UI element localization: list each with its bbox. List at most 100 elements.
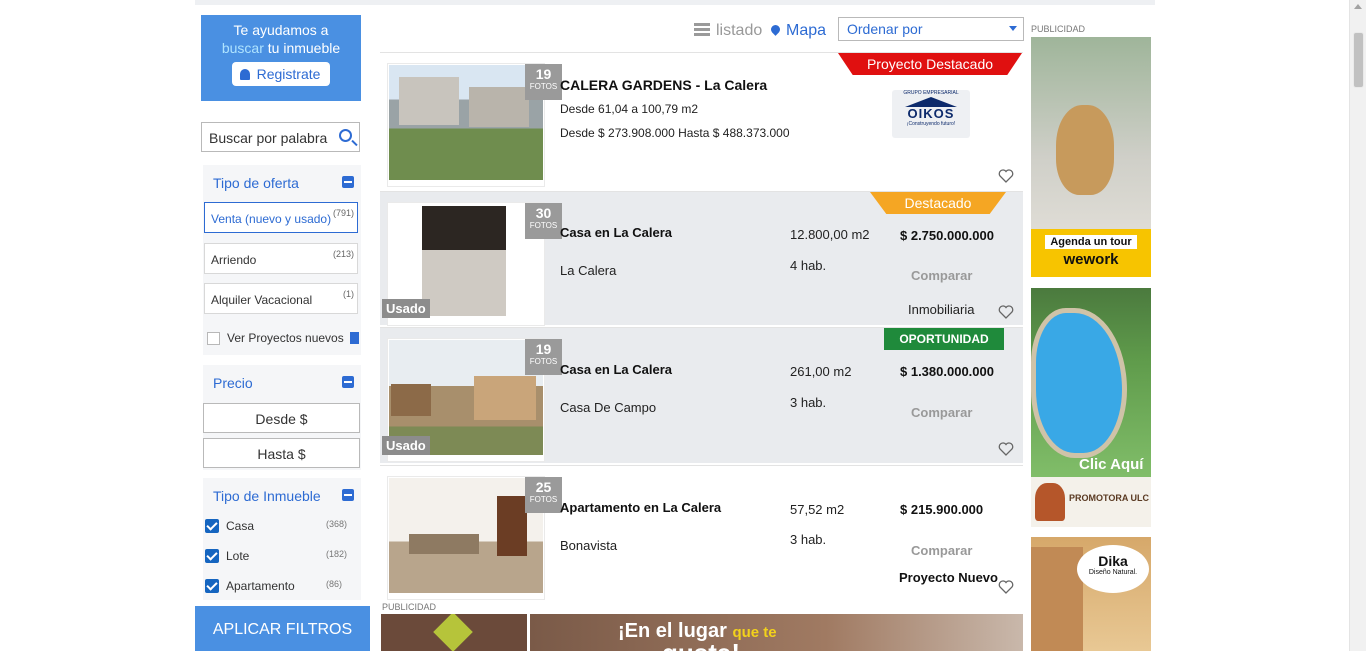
checkbox-checked[interactable] <box>205 519 219 533</box>
property-type-count: (182) <box>326 549 348 559</box>
bell-icon <box>239 69 250 80</box>
search-placeholder: Buscar por palabra <box>209 130 328 146</box>
leaf-icon <box>433 614 473 651</box>
vertical-scrollbar[interactable] <box>1349 0 1366 651</box>
offer-type-panel: Tipo de oferta Venta (nuevo y usado) (79… <box>203 165 361 355</box>
price-panel: Precio Desde $ Hasta $ <box>203 365 361 470</box>
bottom-ad-banner[interactable]: ¡En el lugar que te gusta! <box>381 614 1023 651</box>
promo-line1: Te ayudamos a <box>233 22 329 38</box>
favorite-heart-icon[interactable] <box>998 441 1014 457</box>
property-type-label: Lote <box>226 549 250 563</box>
photo-count-badge: 30 FOTOS <box>525 203 562 239</box>
offer-option-label: Alquiler Vacacional <box>211 293 313 307</box>
scrollbar-thumb[interactable] <box>1353 32 1364 88</box>
favorite-heart-icon[interactable] <box>998 304 1014 320</box>
chevron-down-icon <box>1009 26 1017 31</box>
hanging-chair-image <box>1056 105 1114 195</box>
new-project-label[interactable]: Proyecto Nuevo <box>899 570 998 585</box>
building-image <box>1031 547 1083 651</box>
developer-logo[interactable]: GRUPO EMPRESARIAL OIKOS ¡Construyendo fu… <box>892 90 970 138</box>
wework-cta[interactable]: Agenda un tour wework <box>1031 229 1151 277</box>
collapse-icon[interactable] <box>342 376 354 388</box>
listing-title[interactable]: Apartamento en La Calera <box>560 500 721 515</box>
register-button[interactable]: Registrate <box>231 62 331 86</box>
property-type-casa[interactable]: Casa (368) <box>205 519 347 533</box>
scroll-up-icon[interactable] <box>1354 4 1362 9</box>
photo-count-label: FOTOS <box>529 495 558 504</box>
compare-button[interactable]: Comparar <box>911 543 972 558</box>
price-header[interactable]: Precio <box>203 365 361 399</box>
search-icon[interactable] <box>339 129 352 142</box>
listing-location: Casa De Campo <box>560 400 657 415</box>
photo-count: 19 <box>535 341 552 357</box>
checkbox-unchecked[interactable] <box>207 332 220 345</box>
property-type-title: Tipo de Inmueble <box>213 488 321 504</box>
compare-button[interactable]: Comparar <box>911 268 972 283</box>
listing-title[interactable]: Casa en La Calera <box>560 362 672 377</box>
ad-label: PUBLICIDAD <box>1031 24 1086 34</box>
map-view-toggle[interactable]: Mapa <box>769 22 826 40</box>
logo-word: OIKOS <box>907 106 955 121</box>
listing-card[interactable]: 30 FOTOS Usado Destacado Casa en La Caler… <box>380 191 1023 326</box>
register-button-label: Registrate <box>256 66 321 82</box>
property-type-header[interactable]: Tipo de Inmueble <box>203 478 361 512</box>
favorite-heart-icon[interactable] <box>998 579 1014 595</box>
price-from-input[interactable]: Desde $ <box>203 403 360 433</box>
new-projects-checkbox[interactable]: Ver Proyectos nuevos <box>207 331 359 345</box>
photo-count: 19 <box>535 66 552 82</box>
listing-rooms: 3 hab. <box>790 532 827 547</box>
offer-option-vacacional[interactable]: Alquiler Vacacional (1) <box>204 283 358 314</box>
photo-count: 30 <box>535 205 552 221</box>
collapse-icon[interactable] <box>342 489 354 501</box>
listing-image <box>389 65 543 180</box>
promo-highlight: buscar <box>221 40 264 56</box>
collapse-icon[interactable] <box>342 176 354 188</box>
listing-price: $ 2.750.000.000 <box>900 228 994 243</box>
dika-slogan: Diseño Natural. <box>1088 569 1138 576</box>
offer-type-header[interactable]: Tipo de oferta <box>203 165 361 199</box>
promo-line2: tu inmueble <box>263 40 341 56</box>
listing-photo[interactable]: 25 FOTOS <box>387 476 562 600</box>
dika-ad[interactable]: Dika Diseño Natural. <box>1031 537 1151 651</box>
property-type-count: (368) <box>326 519 348 529</box>
sort-select-label: Ordenar por <box>847 21 923 37</box>
sort-select[interactable]: Ordenar por <box>838 17 1024 41</box>
apply-filters-button[interactable]: APLICAR FILTROS <box>195 606 370 651</box>
listing-image <box>389 478 543 593</box>
pool-image <box>1031 308 1127 458</box>
listing-title[interactable]: CALERA GARDENS - La Calera <box>560 77 767 93</box>
checkbox-checked[interactable] <box>205 549 219 563</box>
compare-button[interactable]: Comparar <box>911 405 972 420</box>
property-type-apartamento[interactable]: Apartamento (86) <box>205 579 342 593</box>
favorite-heart-icon[interactable] <box>998 168 1014 184</box>
property-type-lote[interactable]: Lote (182) <box>205 549 347 563</box>
ad-photo-panel: ¡En el lugar que te gusta! <box>530 614 1023 651</box>
promotora-name: PROMOTORA ULC <box>1069 493 1149 503</box>
promotora-ad[interactable]: Clic Aquí PROMOTORA ULC <box>1031 288 1151 527</box>
wework-brand: wework <box>1063 251 1119 268</box>
building-icon <box>349 332 359 344</box>
checkbox-checked[interactable] <box>205 579 219 593</box>
property-type-label: Casa <box>226 519 255 533</box>
wework-ad[interactable]: Agenda un tour wework <box>1031 37 1151 277</box>
price-to-input[interactable]: Hasta $ <box>203 438 360 468</box>
offer-option-venta[interactable]: Venta (nuevo y usado) (791) <box>204 202 358 233</box>
used-badge: Usado <box>382 299 430 318</box>
listing-card[interactable]: 25 FOTOS Apartamento en La Calera Bonavis… <box>380 465 1023 601</box>
listing-card[interactable]: 19 FOTOS Usado OPORTUNIDAD Casa en La Cal… <box>380 327 1023 463</box>
listing-photo[interactable]: 19 FOTOS <box>387 63 562 187</box>
ad-logo-panel <box>381 614 527 651</box>
keyword-search-input[interactable]: Buscar por palabra <box>201 122 360 152</box>
list-view-toggle[interactable]: listado <box>694 22 762 40</box>
listing-card[interactable]: 19 FOTOS Proyecto Destacado CALERA GARDEN… <box>380 52 1023 190</box>
dika-name: Dika <box>1098 553 1128 569</box>
offer-option-count: (791) <box>332 208 354 218</box>
offer-option-arriendo[interactable]: Arriendo (213) <box>204 243 358 274</box>
promotora-cta[interactable]: Clic Aquí <box>1079 456 1143 473</box>
dika-logo: Dika Diseño Natural. <box>1077 545 1149 593</box>
featured-ribbon: Destacado <box>870 192 1006 214</box>
listing-title[interactable]: Casa en La Calera <box>560 225 672 240</box>
agency-name[interactable]: Inmobiliaria <box>908 302 974 317</box>
photo-count-badge: 19 FOTOS <box>525 64 562 100</box>
logo-top-text: GRUPO EMPRESARIAL <box>903 90 959 96</box>
